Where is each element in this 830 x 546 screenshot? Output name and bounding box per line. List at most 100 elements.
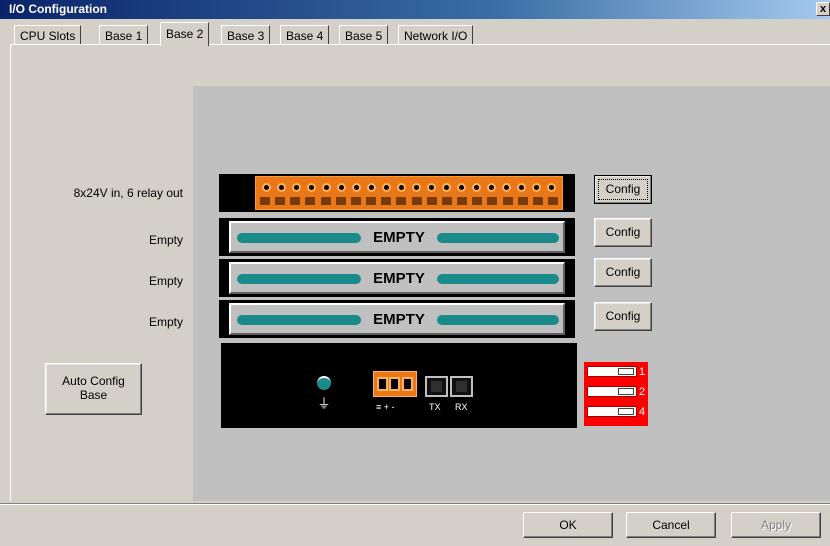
terminal-tooth [350,197,361,205]
dip-number-1: 1 [639,366,646,378]
dip-number-2: 2 [639,386,646,398]
empty-text: EMPTY [373,311,425,328]
slot-3-label: Empty [148,274,183,288]
close-button[interactable]: x [816,2,830,16]
dip-switch-1[interactable] [587,366,637,377]
tab-base-2[interactable]: Base 2 [160,22,210,46]
empty-text: EMPTY [373,229,425,246]
terminal-pin [397,183,406,192]
tab-base-5[interactable]: Base 5 [339,25,389,46]
rx-label: RX [455,402,468,412]
power-terminal-pin [389,377,401,391]
power-terminal-pin [376,377,388,391]
terminal-pin [382,183,391,192]
slot-4-module[interactable]: EMPTY [219,300,575,338]
empty-bar-right [437,315,559,325]
dip-knob [618,408,634,415]
slot-3-config-button[interactable]: Config [594,258,652,287]
slot-1-module[interactable] [219,174,575,212]
terminal-tooth [517,197,528,205]
slot-1-label: 8x24V in, 6 relay out [73,186,183,200]
terminal-tooth [320,197,331,205]
empty-bar-left [237,274,361,284]
dip-knob [618,388,634,395]
terminal-tooth [532,197,543,205]
terminal-pin [472,183,481,192]
slot-2-config-button[interactable]: Config [594,218,652,247]
apply-button[interactable]: Apply [731,512,821,538]
slot-4-label: Empty [148,315,183,329]
window-title: I/O Configuration [9,2,107,16]
terminal-pins [262,183,556,192]
dip-switch[interactable]: 1 2 4 [584,362,648,426]
slot-3-module[interactable]: EMPTY [219,259,575,297]
terminal-tooth [472,197,483,205]
tab-base-4[interactable]: Base 4 [280,25,330,46]
dip-switch-4[interactable] [587,406,637,417]
empty-card: EMPTY [229,303,565,335]
terminal-tooth [396,197,407,205]
base-unit: ⏚ ≡ + - TX RX [221,343,577,428]
terminal-tooth [457,197,468,205]
auto-config-line2: Base [79,388,108,402]
auto-config-line1: Auto Config [62,374,125,388]
auto-config-base-button[interactable]: Auto Config Base [45,363,142,415]
tab-cpu-slots[interactable]: CPU Slots [14,25,82,46]
power-labels: ≡ + - [376,402,395,412]
terminal-pin [457,183,466,192]
slot-2-label: Empty [148,233,183,247]
terminal-tooth [335,197,346,205]
ground-led-icon [317,376,331,390]
terminal-tooth [381,197,392,205]
tx-port-icon [425,376,448,397]
terminal-pin [547,183,556,192]
tx-label: TX [429,402,441,412]
empty-bar-right [437,233,559,243]
terminal-pin [502,183,511,192]
slot-4-config-button[interactable]: Config [594,302,652,331]
tab-network-io[interactable]: Network I/O [398,25,474,46]
terminal-pin [322,183,331,192]
terminal-pin [532,183,541,192]
terminal-pin [292,183,301,192]
empty-bar-left [237,233,361,243]
dip-number-4: 4 [639,406,646,418]
terminal-pin [337,183,346,192]
terminal-pin [487,183,496,192]
bottom-separator [0,503,830,505]
dip-knob [618,368,634,375]
power-terminal [373,371,417,397]
terminal-tooth [502,197,513,205]
terminal-tooth [275,197,286,205]
terminal-pin [412,183,421,192]
terminal-pin [517,183,526,192]
terminal-tooth [547,197,558,205]
ground-icon: ⏚ [317,396,331,411]
terminal-tooth [366,197,377,205]
slot-1-config-button[interactable]: Config [594,175,652,204]
terminal-tooth [426,197,437,205]
cancel-button[interactable]: Cancel [626,512,716,538]
tab-base-1[interactable]: Base 1 [99,25,149,46]
terminal-block [255,176,563,210]
title-bar: I/O Configuration x [0,0,830,19]
empty-card: EMPTY [229,221,565,253]
dip-switch-2[interactable] [587,386,637,397]
terminal-pin [277,183,286,192]
terminal-pin [427,183,436,192]
terminal-tooth [411,197,422,205]
empty-card: EMPTY [229,262,565,294]
ok-button[interactable]: OK [523,512,613,538]
terminal-tooth [305,197,316,205]
slot-2-module[interactable]: EMPTY [219,218,575,256]
terminal-pin [262,183,271,192]
rx-port-icon [450,376,473,397]
terminal-tooth [441,197,452,205]
tab-base-3[interactable]: Base 3 [221,25,271,46]
terminal-pin [367,183,376,192]
empty-bar-right [437,274,559,284]
terminal-teeth [260,197,558,205]
terminal-pin [307,183,316,192]
terminal-tooth [260,197,270,205]
power-terminal-pin [402,377,414,391]
